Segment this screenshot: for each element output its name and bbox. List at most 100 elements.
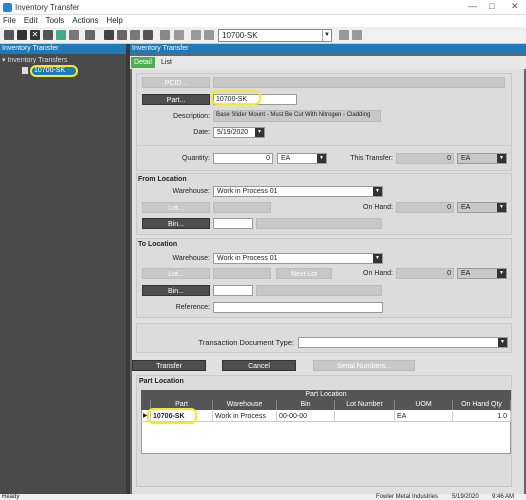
status-time: 9:46 AM	[492, 494, 515, 500]
grid-cell-on-hand-qty[interactable]: 1.0	[453, 411, 511, 422]
to-onhand-uom-select[interactable]: EA ▼	[457, 268, 507, 279]
copy-icon[interactable]	[117, 30, 127, 40]
maximize-icon[interactable]: □	[489, 1, 494, 11]
this-transfer-label: This Transfer:	[350, 155, 393, 162]
reference-field[interactable]	[213, 302, 383, 313]
minimize-icon[interactable]: —	[468, 1, 477, 11]
window-title: Inventory Transfer	[15, 3, 80, 12]
to-warehouse-select[interactable]: Work in Process 01 ▼	[213, 253, 383, 264]
from-warehouse-select[interactable]: Work in Process 01 ▼	[213, 186, 383, 197]
grid-cell-uom[interactable]: EA	[395, 411, 453, 422]
from-location-title: From Location	[138, 176, 187, 183]
grid-header-uom[interactable]: UOM	[395, 400, 453, 410]
quantity-uom-value: EA	[281, 155, 291, 162]
from-warehouse-value: Work in Process 01	[217, 188, 278, 195]
tree-item-10700-sk[interactable]: 10700-SK	[30, 65, 78, 77]
clear-icon[interactable]	[43, 30, 53, 40]
to-lot-button[interactable]: Lot...	[142, 268, 210, 279]
paste-icon[interactable]	[130, 30, 140, 40]
pcid-button[interactable]: PCID...	[142, 77, 210, 88]
status-bar: Ready Fowler Metal Industries 5/19/2020 …	[0, 494, 526, 500]
prev-record-icon[interactable]	[204, 30, 214, 40]
this-transfer-field: 0	[396, 153, 454, 164]
chevron-down-icon[interactable]: ▼	[497, 154, 506, 163]
serial-numbers-button[interactable]: Serial Numbers...	[313, 360, 415, 371]
transfer-button[interactable]: Transfer	[132, 360, 206, 371]
part-button[interactable]: Part...	[142, 94, 210, 105]
quantity-field[interactable]: 0	[213, 153, 273, 164]
cancel-button[interactable]: Cancel	[222, 360, 296, 371]
tree-root[interactable]: ▾ Inventory Transfers	[2, 56, 67, 64]
to-bin-desc-field	[256, 285, 382, 296]
chevron-down-icon[interactable]: ▼	[317, 154, 326, 163]
delete-icon[interactable]: ✕	[30, 30, 40, 40]
grid-header-bin[interactable]: Bin	[277, 400, 335, 410]
quantity-label: Quantity:	[181, 155, 210, 162]
chevron-down-icon[interactable]: ▼	[498, 338, 507, 347]
from-onhand-field: 0	[396, 202, 454, 213]
attach-icon[interactable]	[160, 30, 170, 40]
brush-icon[interactable]	[85, 30, 95, 40]
document-icon	[22, 67, 28, 74]
chevron-down-icon[interactable]: ▼	[497, 269, 506, 278]
chevron-down-icon[interactable]: ▼	[322, 30, 331, 41]
grid-part-highlight	[147, 408, 197, 424]
transaction-doc-select[interactable]: ▼	[298, 337, 508, 348]
status-text: Ready	[2, 494, 20, 500]
from-bin-field[interactable]	[213, 218, 253, 229]
last-record-icon[interactable]	[352, 30, 362, 40]
print-icon[interactable]	[69, 30, 79, 40]
menu-bar: File Edit Tools Actions Help	[0, 15, 526, 27]
this-transfer-uom-value: EA	[461, 155, 471, 162]
undo-icon[interactable]	[143, 30, 153, 40]
to-bin-field[interactable]	[213, 285, 253, 296]
chevron-down-icon[interactable]: ▼	[373, 187, 382, 196]
menu-help[interactable]: Help	[106, 15, 122, 27]
to-bin-button[interactable]: Bin...	[142, 285, 210, 296]
from-onhand-uom-value: EA	[461, 204, 471, 211]
from-bin-button[interactable]: Bin...	[142, 218, 210, 229]
grid-header-warehouse[interactable]: Warehouse	[213, 400, 277, 410]
refresh-icon[interactable]	[56, 30, 66, 40]
from-onhand-uom-select[interactable]: EA ▼	[457, 202, 507, 213]
menu-edit[interactable]: Edit	[24, 15, 38, 27]
toolbar-part-combo[interactable]: 10700-SK ▼	[218, 29, 332, 42]
first-record-icon[interactable]	[191, 30, 201, 40]
menu-file[interactable]: File	[3, 15, 16, 27]
grid-cell-warehouse[interactable]: Work in Process	[213, 411, 277, 422]
grid-cell-lot-number[interactable]	[335, 411, 395, 422]
grid-header-on-hand-qty[interactable]: On Hand Qty	[453, 400, 511, 410]
tab-detail[interactable]: Detail	[131, 57, 155, 68]
tree-root-label: Inventory Transfers	[7, 57, 68, 64]
description-label: Description:	[173, 113, 210, 120]
pcid-field[interactable]	[213, 77, 505, 88]
to-onhand-field: 0	[396, 268, 454, 279]
help-icon[interactable]	[174, 30, 184, 40]
from-warehouse-label: Warehouse:	[172, 188, 210, 195]
this-transfer-uom-select[interactable]: EA ▼	[457, 153, 507, 164]
chevron-down-icon[interactable]: ▼	[255, 128, 264, 137]
tree-pane	[0, 44, 126, 494]
close-icon[interactable]: ✕	[511, 1, 519, 12]
menu-tools[interactable]: Tools	[46, 15, 65, 27]
grid-caption: Part Location	[141, 390, 511, 400]
menu-actions[interactable]: Actions	[72, 15, 98, 27]
save-icon[interactable]	[17, 30, 27, 40]
chevron-down-icon[interactable]: ▼	[373, 254, 382, 263]
reference-label: Reference:	[175, 304, 210, 311]
part-location-title: Part Location	[139, 378, 184, 385]
tab-list[interactable]: List	[158, 57, 175, 68]
chevron-down-icon[interactable]: ▼	[497, 203, 506, 212]
grid-header-lot-number[interactable]: Lot Number	[335, 400, 395, 410]
date-label: Date:	[193, 129, 210, 136]
new-icon[interactable]	[4, 30, 14, 40]
status-date: 5/19/2020	[452, 494, 479, 500]
next-lot-button[interactable]: Next Lot	[276, 268, 332, 279]
next-record-icon[interactable]	[339, 30, 349, 40]
grid-cell-bin[interactable]: 00-00-00	[277, 411, 335, 422]
to-onhand-uom-value: EA	[461, 270, 471, 277]
quantity-uom-select[interactable]: EA ▼	[277, 153, 327, 164]
date-picker[interactable]: 5/19/2020 ▼	[213, 127, 265, 138]
cut-icon[interactable]	[104, 30, 114, 40]
from-lot-button[interactable]: Lot...	[142, 202, 210, 213]
